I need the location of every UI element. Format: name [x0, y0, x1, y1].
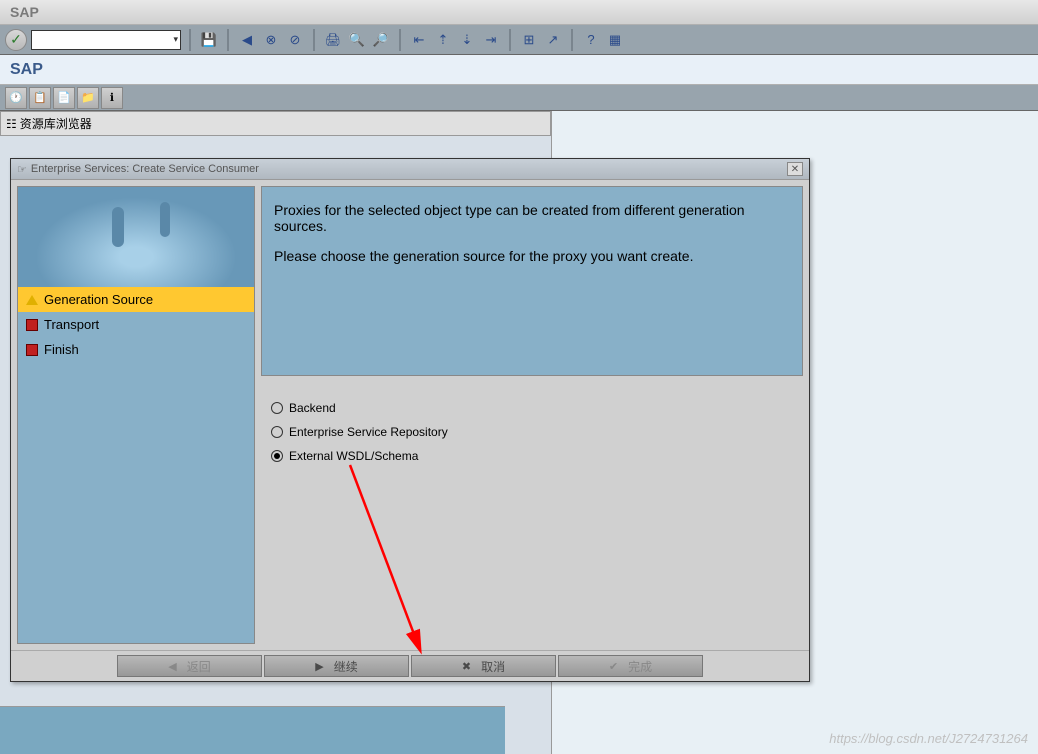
first-page-icon[interactable]: ⇤ — [409, 30, 429, 50]
clock-button[interactable]: 🕐 — [5, 87, 27, 109]
button-label: 继续 — [334, 658, 358, 675]
separator — [509, 29, 511, 51]
nav-list: Generation Source Transport Finish — [18, 287, 254, 643]
back-arrow-icon: ◀ — [168, 660, 176, 673]
browser-title: 资源库浏览器 — [20, 115, 92, 132]
radio-icon — [271, 402, 283, 414]
info-text-2: Please choose the generation source for … — [274, 248, 790, 264]
find-next-icon[interactable]: 🔎 — [371, 30, 391, 50]
wizard-nav: Generation Source Transport Finish — [17, 186, 255, 644]
browser-title-bar: ☷ 资源库浏览器 — [0, 111, 551, 136]
dialog-body: Generation Source Transport Finish Proxi… — [11, 180, 809, 650]
button-label: 取消 — [481, 658, 505, 675]
window-title: SAP — [10, 4, 39, 20]
nav-item-transport[interactable]: Transport — [18, 312, 254, 337]
radio-external-wsdl[interactable]: External WSDL/Schema — [271, 444, 793, 468]
nav-label: Transport — [44, 317, 99, 332]
radio-icon — [271, 426, 283, 438]
radio-group: Backend Enterprise Service Repository Ex… — [261, 376, 803, 488]
next-page-icon[interactable]: ⇣ — [457, 30, 477, 50]
radio-backend[interactable]: Backend — [271, 396, 793, 420]
radio-esr[interactable]: Enterprise Service Repository — [271, 420, 793, 444]
nav-label: Finish — [44, 342, 79, 357]
decorative-image — [18, 187, 254, 287]
close-button[interactable]: ✕ — [787, 162, 803, 176]
radio-label: Backend — [289, 401, 336, 415]
dropdown-icon: ▾ — [173, 34, 178, 45]
button-label: 完成 — [628, 658, 652, 675]
check-icon: ✔ — [609, 660, 618, 673]
info-text-1: Proxies for the selected object type can… — [274, 202, 790, 234]
button-label: 返回 — [187, 658, 211, 675]
save-icon[interactable]: 💾 — [199, 30, 219, 50]
tool-button-2[interactable]: 📄 — [53, 87, 75, 109]
app-toolbar: 🕐 📋 📄 📁 ℹ — [0, 85, 1038, 111]
separator — [313, 29, 315, 51]
dialog-title-bar: ☞ Enterprise Services: Create Service Co… — [11, 159, 809, 180]
nav-item-generation-source[interactable]: Generation Source — [18, 287, 254, 312]
wizard-dialog: ☞ Enterprise Services: Create Service Co… — [10, 158, 810, 682]
watermark: https://blog.csdn.net/J2724731264 — [829, 731, 1028, 746]
back-icon[interactable]: ◀ — [237, 30, 257, 50]
enter-button[interactable]: ✓ — [5, 29, 27, 51]
stop-icon — [26, 344, 38, 356]
back-button[interactable]: ◀ 返回 — [117, 655, 262, 677]
print-icon[interactable]: 🖨 — [323, 30, 343, 50]
info-box: Proxies for the selected object type can… — [261, 186, 803, 376]
info-button[interactable]: ℹ — [101, 87, 123, 109]
nav-label: Generation Source — [44, 292, 153, 307]
find-icon[interactable]: 🔍 — [347, 30, 367, 50]
tool-button-1[interactable]: 📋 — [29, 87, 51, 109]
separator — [399, 29, 401, 51]
main-toolbar: ✓ ▾ 💾 ◀ ⊗ ⊘ 🖨 🔍 🔎 ⇤ ⇡ ⇣ ⇥ ⊞ ↗ ? ▦ — [0, 25, 1038, 55]
separator — [189, 29, 191, 51]
dialog-title: Enterprise Services: Create Service Cons… — [31, 163, 259, 175]
separator — [571, 29, 573, 51]
radio-label: External WSDL/Schema — [289, 449, 418, 463]
help-icon[interactable]: ? — [581, 30, 601, 50]
command-field[interactable]: ▾ — [31, 30, 181, 50]
finish-button[interactable]: ✔ 完成 — [558, 655, 703, 677]
prev-page-icon[interactable]: ⇡ — [433, 30, 453, 50]
tree-icon: ☷ — [6, 117, 17, 131]
separator — [227, 29, 229, 51]
wizard-content: Proxies for the selected object type can… — [261, 186, 803, 644]
radio-icon — [271, 450, 283, 462]
tool-button-3[interactable]: 📁 — [77, 87, 99, 109]
forward-arrow-icon: ▶ — [315, 660, 323, 673]
app-title: SAP — [10, 61, 43, 78]
app-header: SAP — [0, 55, 1038, 85]
bottom-tab-area — [0, 706, 505, 754]
exit-icon[interactable]: ⊗ — [261, 30, 281, 50]
continue-button[interactable]: ▶ 继续 — [264, 655, 409, 677]
warning-icon — [26, 295, 38, 305]
radio-label: Enterprise Service Repository — [289, 425, 448, 439]
cancel-icon: ✖ — [462, 660, 471, 673]
new-session-icon[interactable]: ⊞ — [519, 30, 539, 50]
window-title-bar: SAP — [0, 0, 1038, 25]
cancel-icon[interactable]: ⊘ — [285, 30, 305, 50]
stop-icon — [26, 319, 38, 331]
dialog-footer: ◀ 返回 ▶ 继续 ✖ 取消 ✔ 完成 — [11, 650, 809, 681]
layout-icon[interactable]: ▦ — [605, 30, 625, 50]
dialog-icon: ☞ — [17, 163, 27, 176]
cancel-button[interactable]: ✖ 取消 — [411, 655, 556, 677]
nav-item-finish[interactable]: Finish — [18, 337, 254, 362]
last-page-icon[interactable]: ⇥ — [481, 30, 501, 50]
shortcut-icon[interactable]: ↗ — [543, 30, 563, 50]
